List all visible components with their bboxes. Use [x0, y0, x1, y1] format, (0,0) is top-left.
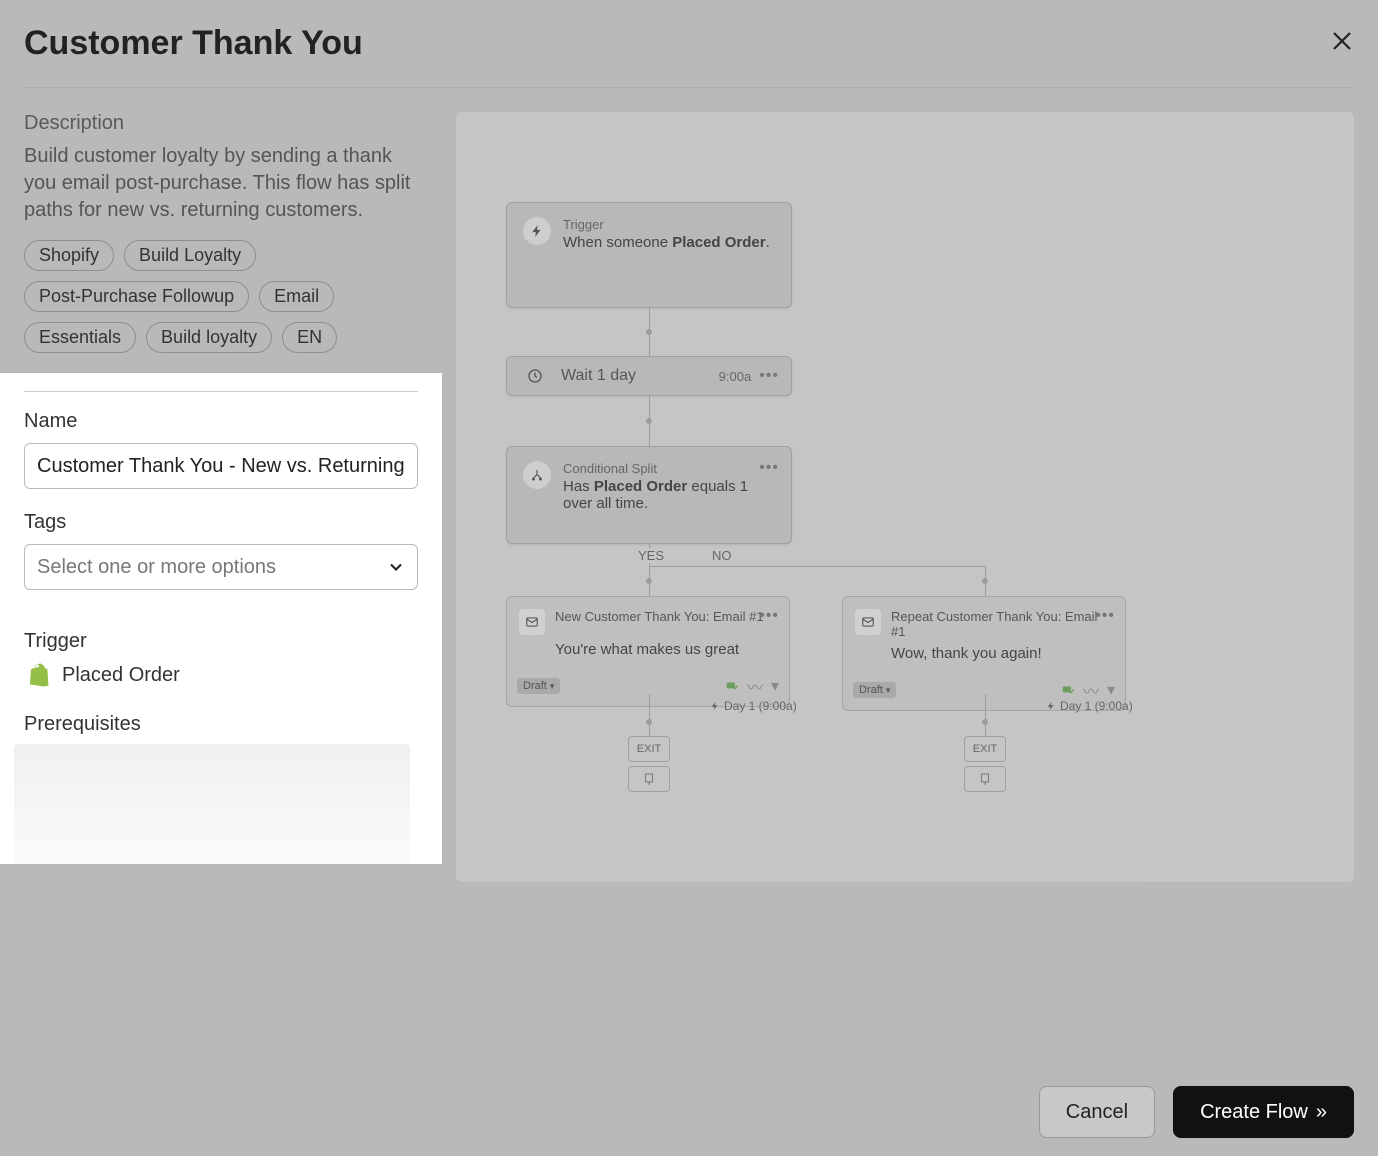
- connector-dot: [646, 418, 652, 424]
- flow-wait-time: 9:00a: [719, 369, 752, 384]
- flow-timing-right: Day 1 (9:00a): [1046, 699, 1133, 713]
- connector: [649, 694, 650, 736]
- form-panel: Name Tags Select one or more options Tri…: [0, 373, 442, 864]
- flow-map-left[interactable]: [628, 766, 670, 792]
- prerequisites-placeholder: [14, 744, 410, 864]
- create-flow-label: Create Flow: [1200, 1101, 1308, 1124]
- bolt-icon: [1046, 701, 1056, 711]
- flow-trigger-label: Trigger: [563, 217, 770, 232]
- tags-select[interactable]: Select one or more options: [24, 544, 418, 590]
- more-icon[interactable]: •••: [759, 367, 779, 385]
- filter-icon: ▾: [1107, 680, 1115, 700]
- create-flow-button[interactable]: Create Flow »: [1173, 1086, 1354, 1138]
- flow-trigger-text: When someone Placed Order.: [563, 234, 770, 251]
- shopify-icon: [24, 661, 52, 689]
- trigger-row: Placed Order: [24, 661, 418, 689]
- trigger-heading: Trigger: [24, 630, 418, 653]
- branch-no-label: NO: [708, 548, 736, 563]
- connector: [649, 566, 985, 567]
- flow-split-node[interactable]: Conditional Split Has Placed Order equal…: [506, 446, 792, 544]
- connector-dot: [646, 329, 652, 335]
- flow-trigger-node[interactable]: Trigger When someone Placed Order.: [506, 202, 792, 308]
- connector: [985, 694, 986, 736]
- tag-pill[interactable]: Shopify: [24, 240, 114, 271]
- flow-preview: Trigger When someone Placed Order.: [456, 112, 1354, 882]
- name-input[interactable]: [24, 443, 418, 489]
- connector-dot: [982, 578, 988, 584]
- connector-dot: [646, 578, 652, 584]
- flow-email-title: New Customer Thank You: Email #1: [555, 609, 764, 635]
- clock-icon: [521, 362, 549, 390]
- more-icon[interactable]: •••: [1095, 607, 1115, 625]
- flow-email-subject: You're what makes us great: [507, 641, 789, 668]
- connector-dot: [646, 719, 652, 725]
- tag-pill[interactable]: Email: [259, 281, 334, 312]
- description-heading: Description: [24, 112, 424, 135]
- more-icon[interactable]: •••: [759, 607, 779, 625]
- tag-pill[interactable]: Essentials: [24, 322, 136, 353]
- arrow-right-icon: »: [1316, 1101, 1327, 1124]
- cancel-button[interactable]: Cancel: [1039, 1086, 1155, 1138]
- more-icon[interactable]: •••: [759, 459, 779, 477]
- bolt-icon: [523, 217, 551, 245]
- tag-pill[interactable]: Post-Purchase Followup: [24, 281, 249, 312]
- footer-bar: Cancel Create Flow »: [1039, 1086, 1354, 1138]
- branch-yes-label: YES: [634, 548, 668, 563]
- name-label: Name: [24, 410, 418, 433]
- bolt-icon: [710, 701, 720, 711]
- email-icon: [855, 609, 881, 635]
- flow-map-right[interactable]: [964, 766, 1006, 792]
- trigger-value: Placed Order: [62, 664, 180, 687]
- email-icon: [519, 609, 545, 635]
- flow-email-card-right[interactable]: Repeat Customer Thank You: Email #1 ••• …: [842, 596, 1126, 711]
- page-title: Customer Thank You: [24, 24, 363, 63]
- flow-email-card-left[interactable]: New Customer Thank You: Email #1 ••• You…: [506, 596, 790, 707]
- flow-timing-left: Day 1 (9:00a): [710, 699, 797, 713]
- close-icon: [1330, 29, 1354, 53]
- tag-list: Shopify Build Loyalty Post-Purchase Foll…: [24, 240, 424, 353]
- pin-icon: [643, 773, 655, 785]
- modal-header: Customer Thank You: [24, 24, 1354, 88]
- tags-select-placeholder: Select one or more options: [24, 544, 418, 590]
- pin-icon: [979, 773, 991, 785]
- close-button[interactable]: [1330, 28, 1354, 60]
- left-panel: Description Build customer loyalty by se…: [24, 112, 424, 882]
- status-badge[interactable]: Draft: [853, 682, 896, 698]
- flow-wait-node[interactable]: Wait 1 day 9:00a •••: [506, 356, 792, 396]
- flow-split-label: Conditional Split: [563, 461, 775, 476]
- tag-pill[interactable]: Build loyalty: [146, 322, 272, 353]
- flow-exit-left[interactable]: EXIT: [628, 736, 670, 762]
- prerequisites-heading: Prerequisites: [24, 713, 418, 736]
- tags-label: Tags: [24, 511, 418, 534]
- flow-split-text: Has Placed Order equals 1 over all time.: [563, 478, 775, 512]
- flow-wait-text: Wait 1 day: [561, 367, 636, 385]
- card-footer-icons: 〰 ▾: [725, 674, 779, 698]
- connector-dot: [982, 719, 988, 725]
- flow-email-subject: Wow, thank you again!: [843, 645, 1125, 672]
- flow-canvas[interactable]: Trigger When someone Placed Order.: [456, 112, 1354, 882]
- filter-icon: ▾: [771, 676, 779, 696]
- flow-email-title: Repeat Customer Thank You: Email #1: [891, 609, 1113, 639]
- modal-container: Customer Thank You Description Build cus…: [0, 0, 1378, 1156]
- description-text: Build customer loyalty by sending a than…: [24, 143, 424, 224]
- modal-body: Description Build customer loyalty by se…: [24, 112, 1354, 882]
- tag-pill[interactable]: Build Loyalty: [124, 240, 256, 271]
- chart-icon: 〰: [747, 674, 763, 698]
- check-envelope-icon: [725, 679, 739, 693]
- split-icon: [523, 461, 551, 489]
- flow-exit-right[interactable]: EXIT: [964, 736, 1006, 762]
- check-envelope-icon: [1061, 683, 1075, 697]
- status-badge[interactable]: Draft: [517, 678, 560, 694]
- tag-pill[interactable]: EN: [282, 322, 337, 353]
